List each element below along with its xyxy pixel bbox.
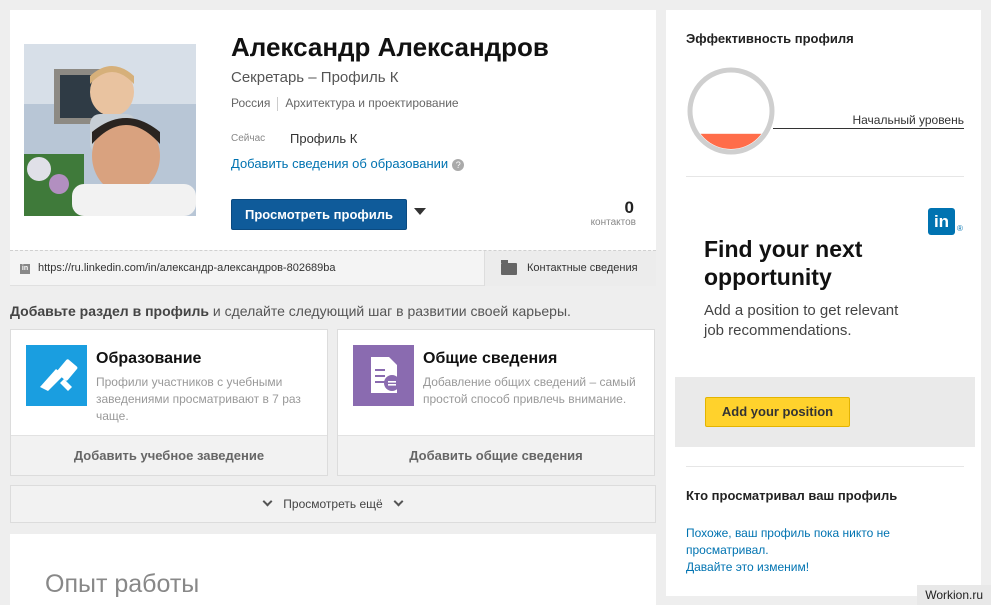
right-sidebar: Эффективность профиля Начальный уровень …	[666, 10, 981, 596]
location-row: Россия Архитектура и проектирование	[231, 96, 459, 111]
view-more-label: Просмотреть ещё	[283, 497, 383, 511]
linkedin-icon: in	[20, 264, 30, 274]
current-label: Сейчас	[231, 133, 266, 144]
add-education-button[interactable]: Добавить учебное заведение	[11, 435, 327, 475]
help-icon[interactable]: ?	[452, 158, 465, 171]
add-education-label[interactable]: Добавить сведения об образовании	[231, 156, 448, 171]
summary-section-card: Общие сведения Добавление общих сведений…	[337, 329, 655, 476]
document-icon	[353, 345, 414, 406]
public-profile-url[interactable]: https://ru.linkedin.com/in/александр-але…	[38, 262, 336, 274]
profile-industry[interactable]: Архитектура и проектирование	[285, 96, 458, 110]
add-section-prompt-rest: и сделайте следующий шаг в развитии свое…	[208, 303, 571, 319]
gauge-pointer-line	[773, 128, 964, 129]
add-section-prompt: Добавьте раздел в профиль и сделайте сле…	[10, 303, 571, 319]
summary-title: Общие сведения	[423, 350, 558, 367]
profile-card: Александр Александров Секретарь – Профил…	[10, 10, 656, 250]
education-section-card: Образование Профили участников с учебным…	[10, 329, 328, 476]
profile-headline: Секретарь – Профиль К	[231, 69, 399, 86]
ad-headline: Find your next opportunity	[704, 236, 863, 290]
add-section-prompt-bold: Добавьте раздел в профиль	[10, 303, 209, 319]
profile-photo[interactable]	[24, 44, 196, 216]
profile-viewers-cta[interactable]: Давайте это изменим!	[686, 559, 946, 576]
divider	[277, 96, 279, 111]
add-summary-button[interactable]: Добавить общие сведения	[338, 435, 654, 475]
education-description: Профили участников с учебными заведениям…	[96, 375, 301, 423]
ad-action-band: Add your position	[675, 377, 975, 447]
profile-name: Александр Александров	[231, 32, 549, 62]
divider	[686, 466, 964, 467]
folder-icon	[501, 260, 517, 275]
linkedin-logo-icon: in	[928, 208, 955, 235]
divider	[686, 176, 964, 177]
public-profile-bar: in https://ru.linkedin.com/in/александр-…	[10, 250, 656, 286]
profile-location[interactable]: Россия	[231, 96, 270, 110]
graduation-icon	[26, 345, 87, 406]
contact-info-label: Контактные сведения	[527, 262, 638, 274]
profile-viewers-line[interactable]: Похоже, ваш профиль пока никто не просма…	[686, 525, 946, 559]
profile-strength-title: Эффективность профиля	[686, 31, 854, 46]
watermark: Workion.ru	[917, 585, 991, 605]
experience-card: Опыт работы	[10, 534, 656, 605]
connections-label: контактов	[590, 217, 636, 228]
chevron-down-icon	[262, 496, 273, 507]
chevron-down-icon[interactable]	[414, 208, 426, 215]
education-title: Образование	[96, 350, 202, 367]
add-education-link[interactable]: Добавить сведения об образовании?	[231, 156, 465, 171]
profile-viewers-title: Кто просматривал ваш профиль	[686, 488, 898, 503]
current-position[interactable]: Профиль К	[290, 131, 357, 146]
profile-viewers-message[interactable]: Похоже, ваш профиль пока никто не просма…	[686, 525, 946, 576]
contact-info-button[interactable]: Контактные сведения	[484, 251, 656, 286]
experience-title: Опыт работы	[45, 570, 200, 598]
view-more-button[interactable]: Просмотреть ещё	[10, 485, 656, 523]
ad-subtext: Add a position to get relevant job recom…	[704, 302, 899, 339]
connections-count[interactable]: 0	[625, 198, 634, 218]
chevron-down-icon	[393, 496, 404, 507]
add-position-button[interactable]: Add your position	[705, 397, 850, 427]
profile-strength-gauge[interactable]	[686, 66, 776, 156]
profile-strength-level: Начальный уровень	[852, 113, 964, 127]
summary-description: Добавление общих сведений – самый просто…	[423, 375, 636, 406]
view-profile-button[interactable]: Просмотреть профиль	[231, 199, 407, 230]
registered-mark: ®	[957, 224, 963, 233]
